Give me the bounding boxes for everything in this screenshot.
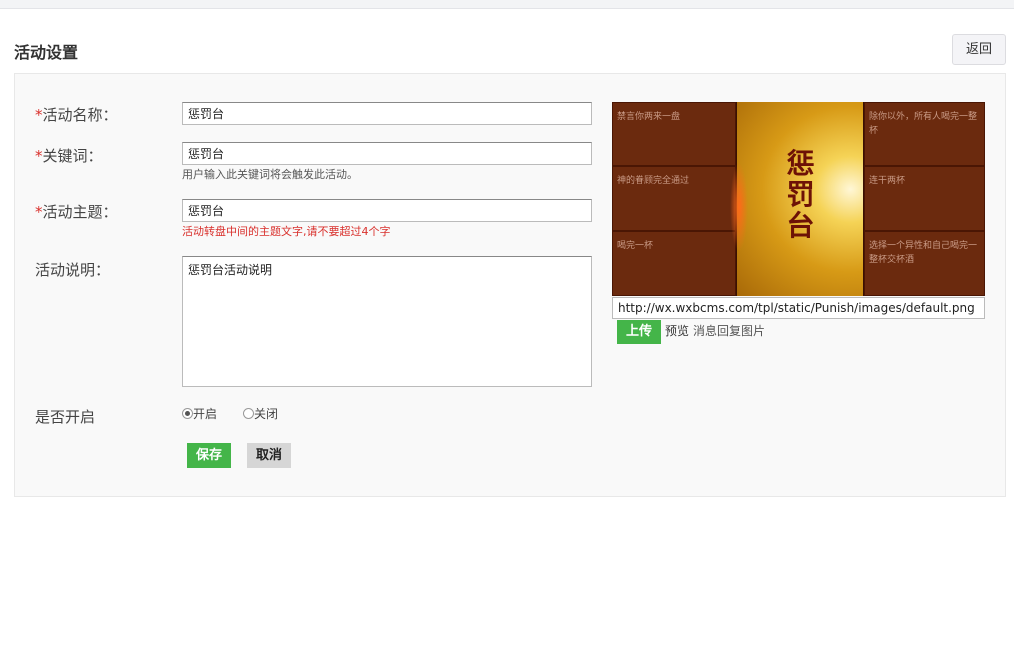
keyword-hint: 用户输入此关键词将会触发此活动。 [182, 168, 358, 181]
image-note: 消息回复图片 [693, 324, 766, 338]
description-textarea[interactable]: 惩罚台活动说明 [182, 256, 592, 387]
page-title: 活动设置 [14, 43, 79, 62]
cancel-button[interactable]: 取消 [247, 443, 291, 468]
keyword-input[interactable] [182, 142, 592, 165]
radio-on-dot[interactable] [182, 408, 193, 419]
activity-name-input[interactable] [182, 102, 592, 125]
keyword-label: *关键词： [35, 147, 103, 165]
required-mark: * [35, 147, 43, 165]
upload-button[interactable]: 上传 [617, 320, 661, 344]
wheel-center-title: 惩罚台 [737, 148, 865, 241]
top-bar [0, 0, 1014, 9]
radio-off-label: 关闭 [254, 407, 279, 421]
wheel-center: 惩罚台 [736, 102, 864, 296]
description-label: 活动说明： [35, 261, 111, 279]
image-url-input[interactable] [612, 297, 985, 319]
glow-effect [730, 162, 748, 252]
radio-on[interactable]: 开启 [182, 405, 217, 422]
required-mark: * [35, 203, 43, 221]
wheel-cell: 喝完一杯 [612, 231, 736, 296]
wheel-cell: 禁言你两来一盘 [612, 102, 736, 166]
theme-hint: 活动转盘中间的主题文字,请不要超过4个字 [182, 225, 391, 238]
back-button[interactable]: 返回 [952, 34, 1006, 65]
wheel-preview-image: 禁言你两来一盘 神的眷顾完全通过 喝完一杯 除你以外，所有人喝完一整杯 连干两杯… [612, 102, 985, 296]
radio-on-label: 开启 [193, 407, 218, 421]
wheel-cell: 连干两杯 [864, 166, 985, 231]
theme-label: *活动主题： [35, 203, 118, 221]
enabled-label: 是否开启 [35, 408, 96, 426]
radio-off[interactable]: 关闭 [243, 405, 278, 422]
radio-off-dot[interactable] [243, 408, 254, 419]
wheel-cell: 除你以外，所有人喝完一整杯 [864, 102, 985, 166]
theme-input[interactable] [182, 199, 592, 222]
preview-link[interactable]: 预览 [665, 322, 689, 339]
wheel-cell: 神的眷顾完全通过 [612, 166, 736, 231]
save-button[interactable]: 保存 [187, 443, 231, 468]
center-title-text: 惩罚台 [786, 147, 816, 242]
wheel-cell: 选择一个异性和自己喝完一整杯交杯酒 [864, 231, 985, 296]
activity-name-label: *活动名称： [35, 106, 118, 124]
required-mark: * [35, 106, 43, 124]
